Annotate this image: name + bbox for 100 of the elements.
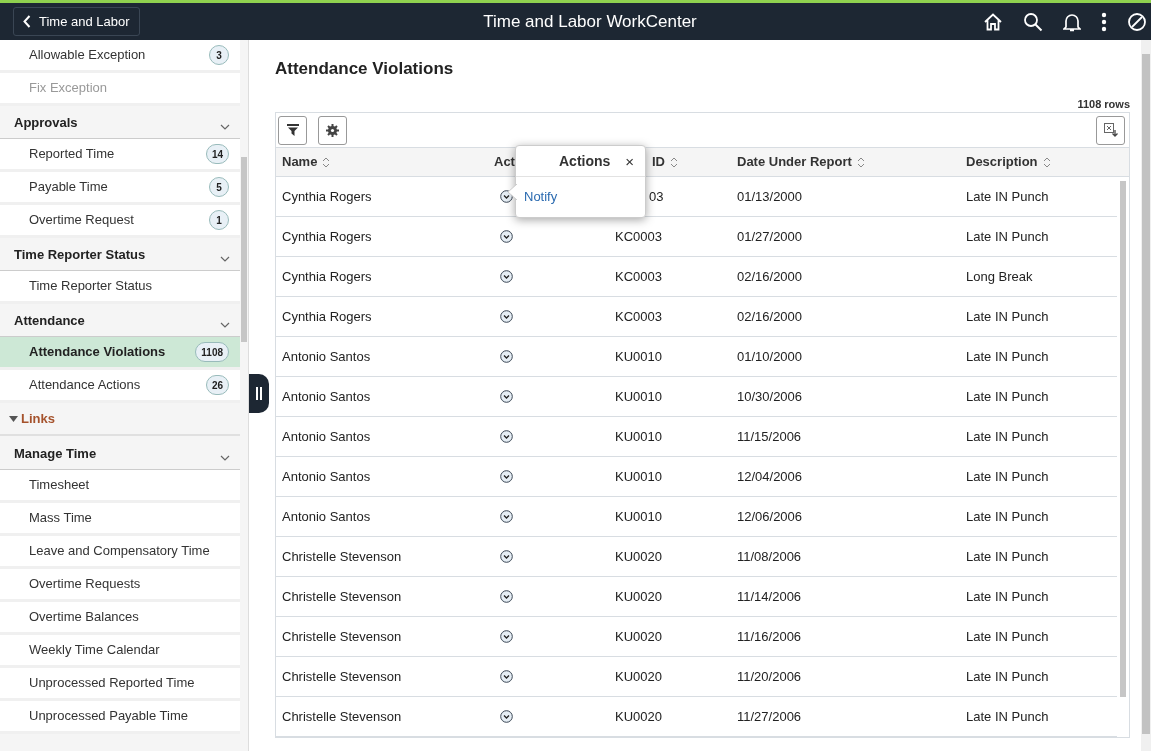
table-cell-text: KU0010 [615,387,662,406]
table-cell-text: 11/14/2006 [737,587,802,606]
table-cell-text: Christelle Stevenson [282,547,402,566]
sidebar-item[interactable]: Reported Time 14 [0,139,241,172]
table-cell-text: KU0020 [615,547,662,566]
home-icon[interactable] [983,11,1003,32]
sidebar-item[interactable]: Timesheet [0,470,241,503]
table-cell-text: KU0020 [615,667,662,686]
table-cell-text: Cynthia Rogers [282,227,372,246]
table-cell-text: 01/27/2000 [737,227,803,246]
group-heading: Time Reporter Status [14,246,146,264]
table-cell-text: KU0010 [615,467,662,486]
actions-dropdown-icon[interactable] [500,670,513,683]
column-header[interactable]: Name [282,152,318,172]
sidebar-item: Fix Exception [0,73,241,106]
table-cell-text: 12/04/2006 [737,467,803,486]
column-header[interactable]: Date Under Report [737,152,852,172]
table-cell-text: Antonio Santos [282,387,371,406]
scrollbar-thumb[interactable] [1120,181,1126,697]
table-cell-text: Late IN Punch [966,227,1049,246]
export-button[interactable] [1096,115,1125,145]
settings-button[interactable] [318,115,347,145]
sidebar-item[interactable]: Allowable Exception 3 [0,40,241,73]
actions-dropdown-icon[interactable] [500,310,513,323]
actions-dropdown-icon[interactable] [500,350,513,363]
back-button[interactable]: Time and Labor [13,7,140,36]
table-cell-text: Late IN Punch [966,507,1049,526]
actions-dropdown-icon[interactable] [500,590,513,603]
column-header[interactable]: Description [966,152,1038,172]
table-cell-text: Long Break [966,267,1033,286]
notify-link[interactable]: Notify [524,187,645,207]
chevron-down-icon[interactable] [220,455,231,461]
table-cell-text: Late IN Punch [966,187,1049,206]
table-cell-text: Cynthia Rogers [282,267,372,286]
sidebar-item[interactable]: Overtime Balances [0,602,241,635]
pause-bars-icon [256,387,262,400]
actions-dropdown-icon[interactable] [500,470,513,483]
collapse-handle[interactable] [249,374,269,413]
sort-icon[interactable] [670,156,678,168]
table-cell-text: 10/30/2006 [737,387,803,406]
export-icon [1103,123,1118,137]
sidebar-item[interactable]: Unprocessed Reported Time [0,668,241,701]
table-cell-text: Late IN Punch [966,467,1049,486]
actions-dropdown-icon[interactable] [500,630,513,643]
more-options-icon[interactable] [1101,11,1107,32]
actions-dropdown-icon[interactable] [500,230,513,243]
links-section-toggle[interactable]: Links [9,408,55,429]
actions-dropdown-icon[interactable] [500,710,513,723]
table-cell-text: 12/06/2006 [737,507,803,526]
bell-icon[interactable] [1063,11,1081,32]
actions-dropdown-icon[interactable] [500,550,513,563]
chevron-down-icon[interactable] [220,322,231,328]
sidebar-item[interactable]: Mass Time [0,503,241,536]
close-button[interactable]: × [625,153,634,169]
scrollbar-thumb[interactable] [1142,54,1150,734]
sidebar-item[interactable]: Attendance Violations 1108 [0,337,241,370]
sidebar-item[interactable]: Overtime Requests [0,569,241,602]
sort-icon[interactable] [322,156,331,168]
table-cell-text: Antonio Santos [282,347,371,366]
actions-dropdown-icon[interactable] [500,190,513,203]
table-cell-text: Christelle Stevenson [282,707,402,726]
column-header[interactable]: ID [652,152,665,172]
table-cell-text: 11/27/2006 [737,707,802,726]
table-cell-text: KU0010 [615,507,662,526]
table-cell-text: KU0010 [615,347,662,366]
actions-dropdown-icon[interactable] [500,430,513,443]
table-cell-text: Antonio Santos [282,507,371,526]
table-cell-text: Late IN Punch [966,347,1049,366]
sidebar-item[interactable]: Leave and Compensatory Time [0,536,241,569]
table-cell-text: KU0020 [615,707,662,726]
search-icon[interactable] [1023,11,1043,32]
table-cell-text: Late IN Punch [966,627,1049,646]
column-header[interactable]: Act [494,152,515,172]
actions-dropdown-icon[interactable] [500,270,513,283]
table-cell-text: 11/16/2006 [737,627,802,646]
chevron-down-icon[interactable] [220,124,231,130]
count-badge: 26 [205,375,230,395]
table-cell-text: Late IN Punch [966,707,1049,726]
table-cell-text: 01/10/2000 [737,347,803,366]
sidebar-item[interactable]: Time Reporter Status [0,271,241,304]
sort-icon[interactable] [856,156,865,168]
sidebar-item[interactable]: Overtime Request 1 [0,205,241,238]
actions-dropdown-icon[interactable] [500,390,513,403]
actions-dropdown-icon[interactable] [500,510,513,523]
sidebar-item[interactable]: Weekly Time Calendar [0,635,241,668]
sidebar-item[interactable]: Attendance Actions 26 [0,370,241,403]
page-heading: Attendance Violations [275,58,455,80]
table-cell-text: 01/13/2000 [737,187,803,206]
table-cell-text: KC0003 [615,307,662,326]
page-title: Time and Labor WorkCenter [482,10,698,33]
sort-icon[interactable] [1042,156,1051,168]
table-cell-text: KU0020 [615,587,662,606]
group-heading: Attendance [14,312,85,330]
scrollbar-thumb[interactable] [241,157,248,342]
sidebar-item[interactable]: Payable Time 5 [0,172,241,205]
chevron-down-icon[interactable] [220,256,231,262]
table-cell-text: Cynthia Rogers [282,187,372,206]
filter-button[interactable] [278,115,307,145]
sidebar-item[interactable]: Unprocessed Payable Time [0,701,241,734]
group-heading: Manage Time [14,445,97,463]
